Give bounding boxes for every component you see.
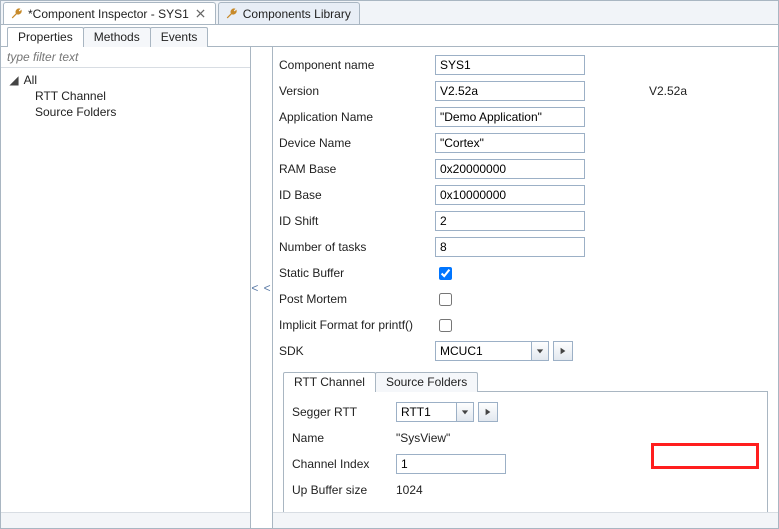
- wrench-icon: [10, 7, 24, 21]
- label-num-tasks: Number of tasks: [279, 240, 435, 254]
- left-pane: ◢ All RTT Channel Source Folders: [1, 47, 251, 528]
- close-icon[interactable]: [195, 8, 207, 20]
- combo-sdk-value[interactable]: [435, 341, 531, 361]
- label-rtt-name: Name: [292, 431, 396, 445]
- label-device-name: Device Name: [279, 136, 435, 150]
- label-id-base: ID Base: [279, 188, 435, 202]
- combo-segger-rtt[interactable]: [396, 402, 474, 422]
- tree-label: All: [24, 73, 37, 87]
- editor-tab-bar: *Component Inspector - SYS1 Components L…: [1, 1, 778, 25]
- label-app-name: Application Name: [279, 110, 435, 124]
- checkbox-post-mortem[interactable]: [439, 293, 452, 306]
- sdk-go-button[interactable]: [553, 341, 573, 361]
- tab-events[interactable]: Events: [150, 27, 209, 47]
- tab-title: Components Library: [243, 7, 351, 21]
- tree-node-all[interactable]: ◢ All: [7, 72, 244, 88]
- scrollbar-horizontal[interactable]: [273, 512, 778, 528]
- combo-sdk[interactable]: [435, 341, 549, 361]
- collapse-gutter[interactable]: < <: [251, 47, 273, 528]
- subtab-body: Segger RTT Name "SysView" Channel Index: [283, 392, 768, 515]
- label-implicit-format: Implicit Format for printf(): [279, 318, 435, 332]
- right-pane: Component name Version V2.52a Applicatio…: [273, 47, 778, 528]
- input-id-base[interactable]: [435, 185, 585, 205]
- property-form: Component name Version V2.52a Applicatio…: [273, 47, 778, 521]
- collapse-icon[interactable]: ◢: [9, 73, 19, 87]
- checkbox-static-buffer[interactable]: [439, 267, 452, 280]
- value-rtt-name: "SysView": [396, 431, 450, 445]
- scrollbar-horizontal[interactable]: [1, 512, 250, 528]
- label-post-mortem: Post Mortem: [279, 292, 435, 306]
- value-up-buffer: 1024: [396, 483, 423, 497]
- tree-label: Source Folders: [35, 105, 116, 119]
- input-id-shift[interactable]: [435, 211, 585, 231]
- label-sdk: SDK: [279, 344, 435, 358]
- chevron-down-icon[interactable]: [456, 402, 474, 422]
- property-sheet-tabs: Properties Methods Events: [1, 25, 778, 47]
- wrench-icon: [225, 7, 239, 21]
- label-channel-index: Channel Index: [292, 457, 396, 471]
- combo-segger-rtt-value[interactable]: [396, 402, 456, 422]
- property-tree[interactable]: ◢ All RTT Channel Source Folders: [1, 68, 250, 512]
- value-version-readonly: V2.52a: [649, 84, 687, 98]
- tree-node-rtt[interactable]: RTT Channel: [7, 88, 244, 104]
- tab-properties[interactable]: Properties: [7, 27, 84, 47]
- input-component-name[interactable]: [435, 55, 585, 75]
- input-channel-index[interactable]: [396, 454, 506, 474]
- checkbox-implicit-format[interactable]: [439, 319, 452, 332]
- label-segger-rtt: Segger RTT: [292, 405, 396, 419]
- label-ram-base: RAM Base: [279, 162, 435, 176]
- tab-methods[interactable]: Methods: [83, 27, 151, 47]
- tab-title: *Component Inspector - SYS1: [28, 7, 189, 21]
- tab-component-inspector[interactable]: *Component Inspector - SYS1: [3, 2, 216, 24]
- input-app-name[interactable]: [435, 107, 585, 127]
- label-component-name: Component name: [279, 58, 435, 72]
- label-static-buffer: Static Buffer: [279, 266, 435, 280]
- label-up-buffer: Up Buffer size: [292, 483, 396, 497]
- input-version[interactable]: [435, 81, 585, 101]
- segger-rtt-go-button[interactable]: [478, 402, 498, 422]
- filter-input[interactable]: [1, 47, 250, 68]
- sub-tabs: RTT Channel Source Folders Segger RTT: [279, 371, 768, 515]
- input-ram-base[interactable]: [435, 159, 585, 179]
- tab-components-library[interactable]: Components Library: [218, 2, 360, 24]
- subtab-source-folders[interactable]: Source Folders: [375, 372, 478, 392]
- chevron-down-icon[interactable]: [531, 341, 549, 361]
- subtab-rtt-channel[interactable]: RTT Channel: [283, 372, 376, 392]
- chevron-left-icon: < <: [251, 281, 271, 295]
- input-num-tasks[interactable]: [435, 237, 585, 257]
- label-id-shift: ID Shift: [279, 214, 435, 228]
- body: ◢ All RTT Channel Source Folders < < Com…: [1, 47, 778, 528]
- label-version: Version: [279, 84, 435, 98]
- tree-node-source-folders[interactable]: Source Folders: [7, 104, 244, 120]
- tree-label: RTT Channel: [35, 89, 106, 103]
- workbench: *Component Inspector - SYS1 Components L…: [0, 0, 779, 529]
- input-device-name[interactable]: [435, 133, 585, 153]
